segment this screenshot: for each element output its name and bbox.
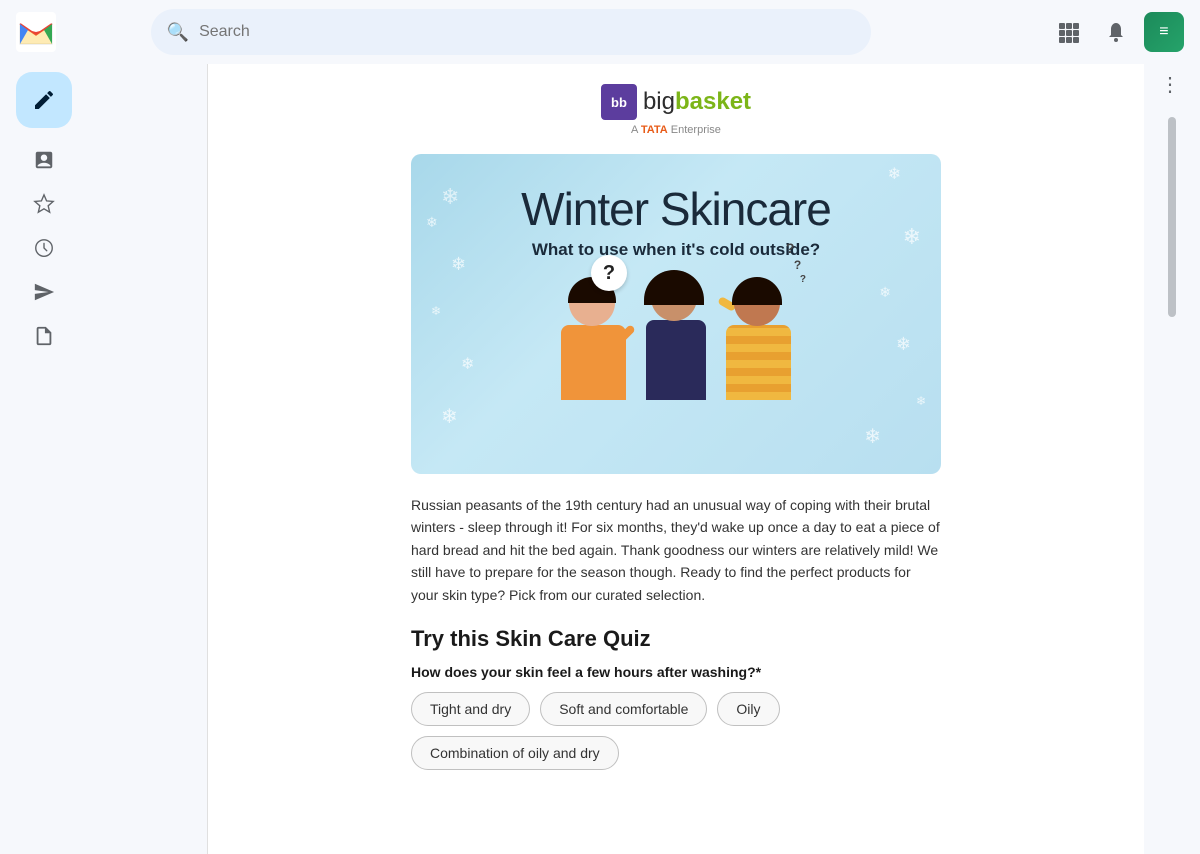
- quiz-question: How does your skin feel a few hours afte…: [411, 664, 941, 680]
- body-paragraph: Russian peasants of the 19th century had…: [411, 494, 941, 606]
- person-1: ?: [561, 280, 626, 400]
- sidebar-item-starred[interactable]: [8, 184, 80, 224]
- more-options-icon[interactable]: ⋮: [1160, 72, 1184, 97]
- quiz-option-soft-comfortable[interactable]: Soft and comfortable: [540, 692, 707, 726]
- apps-icon[interactable]: [1048, 12, 1088, 52]
- bb-logo-row: bb bigbasket: [601, 84, 751, 120]
- gmail-logo[interactable]: [16, 12, 56, 52]
- sidebar-item-snoozed[interactable]: [8, 228, 80, 268]
- bigbasket-logo: bb bigbasket A TATA Enterprise: [601, 84, 751, 138]
- tata-tagline: A TATA Enterprise: [631, 120, 721, 138]
- snowflake-decor: ❄: [461, 354, 474, 374]
- snowflake-decor: ❄: [888, 164, 901, 184]
- brand-name-suffix: basket: [675, 88, 751, 115]
- waffle-app-icon[interactable]: ≡: [1144, 12, 1184, 52]
- email-body-text: Russian peasants of the 19th century had…: [411, 494, 941, 606]
- scrollbar-thumb[interactable]: [1168, 117, 1176, 317]
- brand-name: bigbasket: [643, 88, 751, 116]
- snowflake-decor: ❄: [864, 424, 881, 449]
- snowflake-decor: ❄: [879, 284, 891, 301]
- banner-image: ❄ ❄ ❄ ❄ ❄ ❄ ❄ ❄ ❄ ❄ ❄ ❄ Winter Skincare …: [411, 154, 941, 474]
- snowflake-decor: ❄: [451, 254, 466, 275]
- snowflake-decor: ❄: [441, 184, 459, 210]
- snowflake-decor: ❄: [916, 394, 926, 408]
- email-list-panel: [88, 64, 208, 854]
- person-2: [646, 275, 706, 400]
- person-3: ? ? ?: [726, 280, 791, 400]
- snowflake-decor: ❄: [426, 214, 438, 231]
- brand-name-prefix: big: [643, 88, 675, 115]
- sidebar-item-sent[interactable]: [8, 272, 80, 312]
- topbar: 🔍 ≡: [0, 0, 1200, 64]
- topbar-icons: ≡: [1048, 12, 1184, 52]
- snowflake-decor: ❄: [896, 334, 911, 355]
- bb-icon-text: bb: [611, 95, 627, 110]
- left-sidebar: [0, 64, 88, 854]
- right-panel: ⋮: [1144, 64, 1200, 854]
- snowflake-decor: ❄: [431, 304, 441, 318]
- quiz-option-combination[interactable]: Combination of oily and dry: [411, 736, 619, 770]
- notifications-icon[interactable]: [1096, 12, 1136, 52]
- banner-subtitle: What to use when it's cold outside?: [532, 240, 820, 260]
- quiz-section: Try this Skin Care Quiz How does your sk…: [411, 626, 941, 770]
- compose-button[interactable]: [16, 72, 72, 128]
- email-body: bb bigbasket A TATA Enterprise ❄ ❄ ❄ ❄: [286, 64, 1066, 790]
- tata-brand: TATA: [641, 124, 668, 136]
- main-layout: bb bigbasket A TATA Enterprise ❄ ❄ ❄ ❄: [0, 64, 1200, 854]
- search-bar[interactable]: 🔍: [151, 9, 871, 55]
- search-input[interactable]: [199, 23, 855, 41]
- sidebar-item-inbox[interactable]: [8, 140, 80, 180]
- email-content-area: bb bigbasket A TATA Enterprise ❄ ❄ ❄ ❄: [208, 64, 1144, 854]
- banner-title: Winter Skincare: [521, 182, 831, 236]
- snowflake-decor: ❄: [903, 224, 921, 250]
- snowflake-decor: ❄: [441, 404, 458, 429]
- search-icon: 🔍: [167, 22, 189, 43]
- quiz-option-oily[interactable]: Oily: [717, 692, 779, 726]
- banner-figures: ?: [561, 280, 791, 400]
- sidebar-item-drafts[interactable]: [8, 316, 80, 356]
- quiz-options: Tight and dry Soft and comfortable Oily …: [411, 692, 941, 770]
- quiz-title: Try this Skin Care Quiz: [411, 626, 941, 652]
- quiz-option-tight-dry[interactable]: Tight and dry: [411, 692, 530, 726]
